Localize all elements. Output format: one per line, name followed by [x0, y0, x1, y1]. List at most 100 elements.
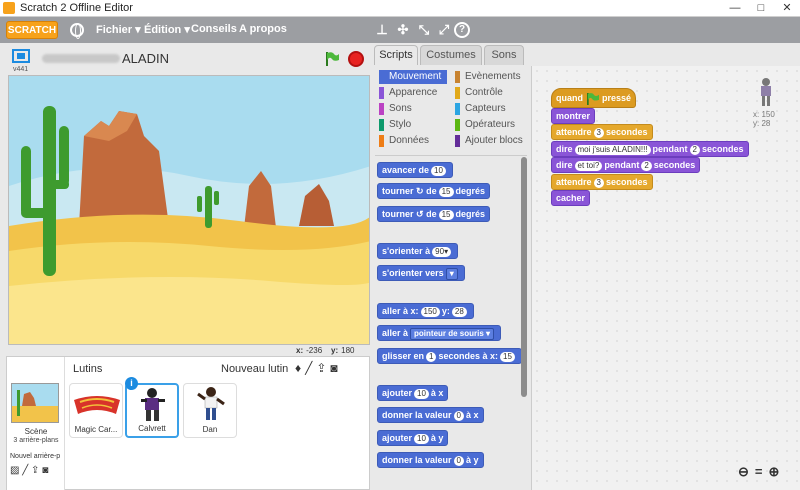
- help-tool-icon[interactable]: ?: [454, 22, 470, 38]
- paint-backdrop-icon[interactable]: ▨: [10, 465, 19, 476]
- mouse-coordinates: x: -236 y: 180: [296, 346, 355, 355]
- category-more-blocks[interactable]: Ajouter blocs: [455, 134, 527, 148]
- sprite-position: x: 150 y: 28: [753, 110, 775, 128]
- globe-icon[interactable]: [70, 23, 84, 39]
- block-goto[interactable]: aller à pointeur de souris ▾: [377, 325, 502, 341]
- tab-costumes[interactable]: Costumes: [420, 45, 482, 65]
- desert-backdrop: [9, 76, 369, 344]
- category-operators[interactable]: Opérateurs: [455, 118, 527, 132]
- upload-sprite-icon[interactable]: ⇪: [316, 361, 330, 375]
- menu-bar: SCRATCH Fichier ▾ Édition ▾ Conseils A p…: [0, 17, 800, 43]
- zoom-controls: ⊖=⊕: [738, 464, 785, 480]
- cut-tool-icon[interactable]: ✣: [395, 22, 411, 38]
- block-set-x[interactable]: donner la valeur 0 à x: [377, 407, 484, 423]
- scene-backdrop-count: 3 arrière-plans: [13, 437, 59, 444]
- close-button[interactable]: ✕: [774, 0, 800, 17]
- version-label: v441: [13, 66, 29, 73]
- menu-tips[interactable]: Conseils: [191, 23, 237, 35]
- category-looks[interactable]: Apparence: [379, 86, 447, 100]
- sprite-magic-carpet[interactable]: Magic Car...: [69, 383, 123, 438]
- zoom-in-icon[interactable]: ⊕: [769, 464, 786, 479]
- rotate-right-icon: ↻: [416, 186, 424, 196]
- block-turn-left[interactable]: tourner ↺ de 15 degrés: [377, 206, 491, 222]
- magic-carpet-thumbnail: [74, 396, 120, 414]
- category-sound[interactable]: Sons: [379, 102, 447, 116]
- sprite-name: Magic Car...: [74, 425, 118, 434]
- paint-sprite-icon[interactable]: ╱: [305, 361, 316, 375]
- block-say-2[interactable]: dire et toi? pendant 2 secondes: [551, 157, 701, 173]
- block-change-y[interactable]: ajouter 10 à y: [377, 430, 449, 446]
- info-icon[interactable]: i: [125, 377, 138, 390]
- camera-backdrop-icon[interactable]: ◙: [42, 465, 48, 476]
- block-point-towards[interactable]: s'orienter vers ▾: [377, 265, 465, 281]
- stage-canvas[interactable]: [8, 75, 370, 345]
- block-categories: Mouvement Apparence Sons Stylo Données E…: [375, 66, 529, 152]
- new-backdrop-label: Nouvel arrière-p: [10, 453, 61, 460]
- block-say-1[interactable]: dire moi j'suis ALADIN!!! pendant 2 secondes: [551, 141, 749, 157]
- sprite-name: Dan: [202, 425, 218, 434]
- category-events[interactable]: Evènements: [455, 70, 527, 84]
- stop-icon[interactable]: [348, 51, 364, 67]
- category-control[interactable]: Contrôle: [455, 86, 527, 100]
- category-sensing[interactable]: Capteurs: [455, 102, 527, 116]
- stamp-tool-icon[interactable]: ⊥: [374, 22, 390, 38]
- menu-edit[interactable]: Édition ▾: [144, 23, 190, 36]
- app-icon: [3, 2, 15, 14]
- block-wait-1[interactable]: attendre 3 secondes: [551, 124, 653, 140]
- block-when-flag-clicked[interactable]: quand pressé: [551, 88, 637, 108]
- block-goto-xy[interactable]: aller à x: 150 y: 28: [377, 303, 474, 319]
- zoom-reset-icon[interactable]: =: [755, 464, 769, 479]
- category-data[interactable]: Données: [379, 134, 447, 148]
- scene-label: Scène: [24, 427, 48, 436]
- draw-backdrop-icon[interactable]: ╱: [22, 465, 28, 476]
- scene-thumbnail[interactable]: [11, 383, 59, 423]
- palette-scrollbar[interactable]: [521, 157, 527, 397]
- stage-header: v441 ALADIN: [6, 43, 370, 75]
- blurred-author: [42, 54, 120, 63]
- category-pen[interactable]: Stylo: [379, 118, 447, 132]
- new-sprite-tools: ♦╱⇪◙: [295, 361, 342, 375]
- block-move[interactable]: avancer de 10: [377, 162, 453, 178]
- sprite-y: y: 28: [753, 119, 771, 128]
- sprite-preview: [761, 78, 771, 106]
- block-glide[interactable]: glisser en 1 secondes à x: 15: [377, 348, 522, 364]
- calvrett-thumbnail: [141, 388, 165, 421]
- grow-tool-icon[interactable]: ⤡: [416, 22, 432, 38]
- tab-scripts[interactable]: Scripts: [374, 45, 418, 65]
- project-name[interactable]: ALADIN: [122, 51, 169, 66]
- camera-sprite-icon[interactable]: ◙: [330, 361, 341, 375]
- block-wait-2[interactable]: attendre 3 secondes: [551, 174, 653, 190]
- block-show[interactable]: montrer: [551, 108, 596, 124]
- shrink-tool-icon[interactable]: ⤢: [436, 22, 452, 38]
- x-value: -236: [306, 346, 323, 355]
- script-area[interactable]: x: 150 y: 28 quand pressé montrer attend…: [531, 66, 800, 490]
- zoom-out-icon[interactable]: ⊖: [738, 464, 755, 479]
- menu-file[interactable]: Fichier ▾: [96, 23, 141, 36]
- y-value: 180: [341, 346, 355, 355]
- sprite-name: Calvrett: [138, 424, 166, 433]
- sprite-calvrett[interactable]: Calvrett: [125, 383, 179, 438]
- backdrop-tools: ▨ ╱ ⇪ ◙: [10, 465, 48, 476]
- upload-backdrop-icon[interactable]: ⇪: [31, 465, 39, 476]
- block-turn-right[interactable]: tourner ↻ de 15 degrés: [377, 183, 491, 199]
- rotate-left-icon: ↺: [416, 209, 424, 219]
- category-motion[interactable]: Mouvement: [379, 70, 447, 84]
- block-change-x[interactable]: ajouter 10 à x: [377, 385, 449, 401]
- fullscreen-icon[interactable]: [12, 49, 30, 63]
- block-set-y[interactable]: donner la valeur 0 à y: [377, 452, 484, 468]
- sprites-title: Lutins: [73, 363, 103, 375]
- maximize-button[interactable]: □: [748, 0, 774, 17]
- minimize-button[interactable]: —: [722, 0, 748, 17]
- sprite-dan[interactable]: Dan: [183, 383, 237, 438]
- scratch-logo[interactable]: SCRATCH: [6, 21, 58, 39]
- green-flag-icon[interactable]: [324, 51, 340, 67]
- new-sprite-label: Nouveau lutin: [221, 363, 289, 375]
- x-label: x:: [296, 346, 304, 355]
- block-point-direction[interactable]: s'orienter à 90▾: [377, 243, 459, 259]
- sprite-library-icon[interactable]: ♦: [295, 361, 305, 375]
- window-title: Scratch 2 Offline Editor: [20, 2, 133, 14]
- green-flag-icon: [586, 92, 599, 105]
- tab-sounds[interactable]: Sons: [484, 45, 524, 65]
- menu-about[interactable]: A propos: [239, 23, 287, 35]
- block-hide[interactable]: cacher: [551, 190, 591, 206]
